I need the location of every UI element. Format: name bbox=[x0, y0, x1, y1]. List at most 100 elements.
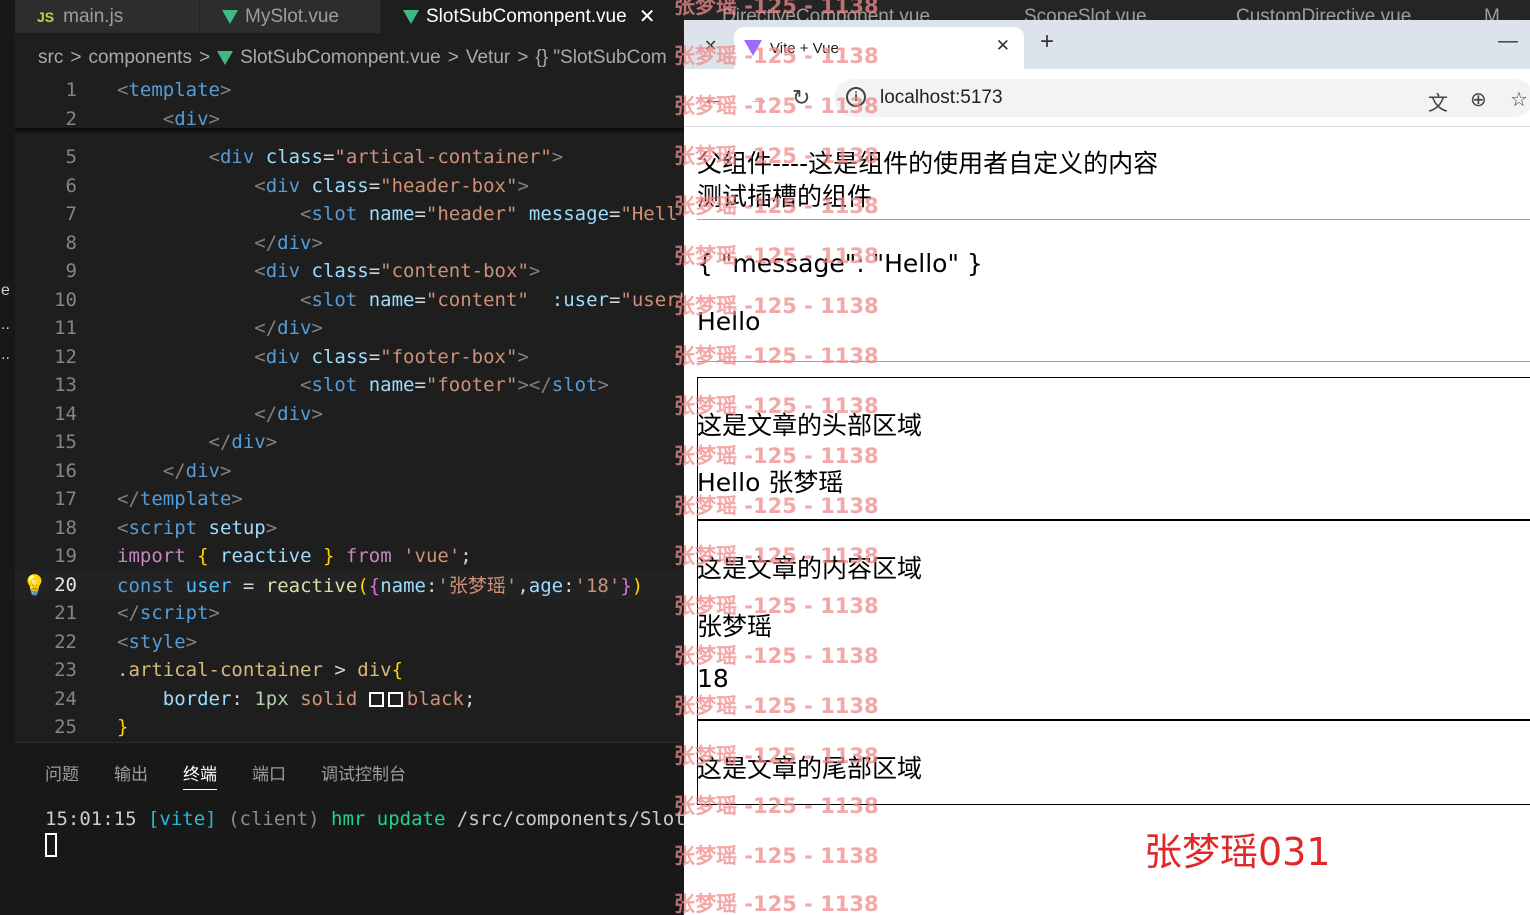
code-token: border bbox=[162, 687, 232, 710]
close-icon[interactable]: ✕ bbox=[704, 36, 717, 56]
code-token: '张梦瑶' bbox=[437, 575, 518, 598]
breadcrumb-item[interactable]: components bbox=[88, 47, 192, 69]
code-line: 22 <style> bbox=[15, 628, 684, 657]
line-number: 11 bbox=[54, 317, 77, 340]
code-token: "artical-container" bbox=[334, 146, 552, 169]
color-swatch-icon[interactable] bbox=[368, 691, 384, 707]
line-number: 1 bbox=[65, 79, 77, 102]
code-token: reactive bbox=[265, 575, 358, 598]
breadcrumb-item[interactable]: src bbox=[38, 47, 63, 69]
code-token: div bbox=[357, 659, 392, 682]
code-line: 23 .artical-container > div{ bbox=[15, 656, 684, 685]
color-swatch-icon[interactable] bbox=[387, 691, 403, 707]
code-token: template bbox=[128, 79, 220, 102]
panel-tab-problems[interactable]: 问题 bbox=[45, 760, 79, 785]
code-token: import bbox=[117, 545, 186, 568]
code-line: 14 </div> bbox=[15, 400, 684, 429]
panel-tab-ports[interactable]: 端口 bbox=[252, 760, 286, 785]
url-text[interactable]: localhost:5173 bbox=[880, 87, 1003, 109]
code-line: 7 <slot name="header" message="Hell bbox=[15, 200, 684, 229]
code-token: div bbox=[265, 345, 301, 368]
panel-tab-output[interactable]: 输出 bbox=[114, 760, 148, 785]
code-token: "content-box" bbox=[380, 260, 529, 283]
code-token: slot bbox=[551, 374, 598, 397]
component-title: 测试插槽的组件 bbox=[697, 182, 873, 211]
code-token: "footer-box" bbox=[380, 345, 518, 368]
code-token: name bbox=[368, 374, 415, 397]
line-number: 9 bbox=[65, 260, 77, 283]
code-line: 21 </script> bbox=[15, 599, 684, 628]
code-line: 9 <div class="content-box"> bbox=[15, 257, 684, 286]
breadcrumb: src > components > SlotSubComonpent.vue … bbox=[38, 44, 674, 72]
code-line: 11 </div> bbox=[15, 314, 684, 343]
tab-slotsubcomonpent-vue[interactable]: SlotSubComonpent.vue ✕ bbox=[381, 0, 684, 33]
code-token: slot bbox=[311, 288, 358, 311]
site-info-icon[interactable]: i bbox=[846, 87, 866, 107]
reload-icon[interactable]: ↻ bbox=[792, 85, 810, 111]
terminal-output[interactable]: 15:01:15 [vite] (client) hmr update /src… bbox=[45, 808, 684, 830]
code-token: from bbox=[345, 545, 392, 568]
line-number: 15 bbox=[54, 431, 77, 454]
code-token: div bbox=[231, 431, 266, 454]
code-token: name bbox=[368, 203, 415, 226]
translate-icon[interactable]: 文 bbox=[1428, 87, 1448, 116]
code-token: div bbox=[277, 402, 312, 425]
breadcrumb-separator: > bbox=[198, 47, 211, 68]
user-age-text: 18 bbox=[697, 664, 729, 693]
lightbulb-icon[interactable]: 💡 bbox=[22, 573, 47, 598]
forward-arrow-icon[interactable]: → bbox=[748, 85, 770, 111]
breadcrumb-item[interactable]: {} "SlotSubCom bbox=[535, 47, 666, 69]
signature-text: 张梦瑶031 bbox=[1144, 830, 1331, 874]
tab-label: main.js bbox=[63, 5, 124, 27]
code-token: "header-box" bbox=[380, 174, 518, 197]
code-token: div bbox=[265, 174, 301, 197]
code-token: reactive bbox=[220, 545, 312, 568]
line-number: 8 bbox=[65, 231, 77, 254]
line-number: 23 bbox=[54, 659, 77, 682]
vue-file-icon bbox=[403, 9, 419, 24]
tab-main-js[interactable]: JS main.js bbox=[15, 0, 200, 33]
close-icon[interactable]: ✕ bbox=[996, 36, 1010, 56]
zoom-icon[interactable]: ⊕ bbox=[1470, 87, 1487, 112]
terminal-cursor bbox=[45, 833, 57, 857]
tab-custom-directive[interactable]: CustomDirective.vue bbox=[1236, 0, 1411, 20]
breadcrumb-item[interactable]: Vetur bbox=[466, 47, 510, 69]
new-tab-button[interactable]: + bbox=[1040, 28, 1054, 56]
line-number: 17 bbox=[54, 488, 77, 511]
close-icon[interactable]: ✕ bbox=[639, 4, 656, 29]
panel-tab-terminal[interactable]: 终端 bbox=[183, 760, 217, 790]
code-token: slot bbox=[311, 203, 358, 226]
tab-label: SlotSubComonpent.vue bbox=[426, 5, 627, 27]
line-number: 13 bbox=[54, 374, 77, 397]
tab-more[interactable]: M... bbox=[1484, 0, 1516, 20]
hello-text: Hello bbox=[697, 307, 761, 336]
user-name-text: 张梦瑶 bbox=[697, 612, 773, 641]
page-content: 父组件----这是组件的使用者自定义的内容 测试插槽的组件 { "message… bbox=[684, 128, 1530, 915]
breadcrumb-item[interactable]: SlotSubComonpent.vue bbox=[240, 47, 441, 69]
code-token: name bbox=[380, 575, 426, 598]
code-token: setup bbox=[208, 516, 266, 539]
browser-tab-strip: ✕ Vite + Vue ✕ + — bbox=[684, 20, 1530, 69]
code-area[interactable]: 1 <template> 2 <div> 5 <div class="artic… bbox=[15, 76, 684, 738]
breadcrumb-separator: > bbox=[517, 47, 529, 68]
line-number: 22 bbox=[54, 630, 77, 653]
back-arrow-icon[interactable]: ← bbox=[702, 85, 724, 111]
terminal-path: /src/components/SlotSu bbox=[456, 808, 684, 830]
tab-myslot-vue[interactable]: MySlot.vue bbox=[200, 0, 381, 33]
parent-text: 父组件----这是组件的使用者自定义的内容 bbox=[697, 149, 1159, 178]
panel-tab-debug-console[interactable]: 调试控制台 bbox=[321, 760, 406, 785]
address-bar[interactable]: i localhost:5173 文 ⊕ ☆ bbox=[834, 79, 1530, 117]
footer-area-text: 这是文章的尾部区域 bbox=[697, 754, 923, 783]
code-token: "user" bbox=[620, 288, 684, 311]
activity-bar: e .. .. bbox=[0, 0, 15, 915]
code-token: div bbox=[219, 146, 255, 169]
editor-background-tabs: DirectiveComponent.vue ScopeSlot.vue Cus… bbox=[684, 0, 1530, 20]
code-line: 18 <script setup> bbox=[15, 514, 684, 543]
minimize-button[interactable]: — bbox=[1498, 30, 1518, 53]
tab-scope-slot[interactable]: ScopeSlot.vue bbox=[1024, 0, 1147, 20]
code-token: div bbox=[174, 107, 209, 130]
bookmark-star-icon[interactable]: ☆ bbox=[1510, 87, 1528, 112]
tab-directive-component[interactable]: DirectiveComponent.vue bbox=[722, 0, 930, 20]
code-line-current: 20 const user = reactive({name:'张梦瑶',age… bbox=[15, 570, 684, 599]
browser-tab-vite-vue[interactable]: Vite + Vue ✕ bbox=[734, 27, 1024, 69]
